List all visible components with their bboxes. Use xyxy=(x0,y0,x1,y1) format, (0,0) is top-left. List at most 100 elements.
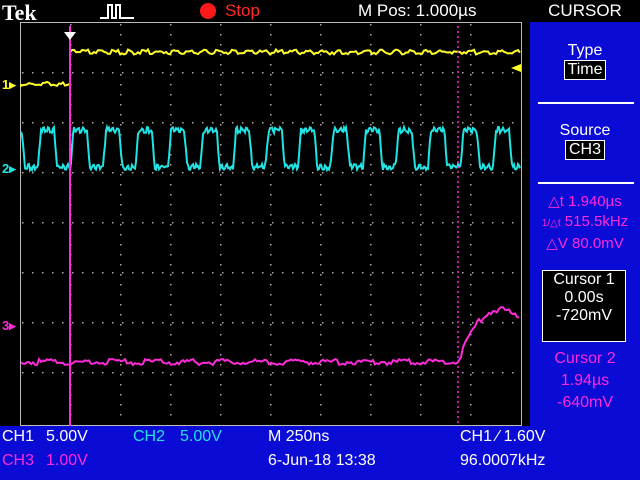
grid-dot xyxy=(82,222,84,224)
source-value: CH3 xyxy=(564,140,605,160)
grid-dot xyxy=(170,24,172,26)
grid-dot xyxy=(220,224,222,226)
ch3-ground-marker[interactable]: 3▸ xyxy=(2,318,16,334)
grid-dot xyxy=(220,184,222,186)
grid-dot xyxy=(370,154,372,156)
grid-dot xyxy=(470,24,472,26)
grid-dot xyxy=(320,44,322,46)
grid-dot xyxy=(182,222,184,224)
inv-delta-t-prefix: 1/△t xyxy=(541,218,561,229)
grid-dot xyxy=(222,322,224,324)
date-time: 6-Jun-18 13:38 xyxy=(268,452,376,469)
grid-dot xyxy=(282,122,284,124)
grid-dot xyxy=(420,394,422,396)
grid-dot xyxy=(320,364,322,366)
grid-dot xyxy=(262,272,264,274)
grid-dot xyxy=(182,272,184,274)
grid-dot xyxy=(62,122,64,124)
grid-dot xyxy=(312,322,314,324)
grid-dot xyxy=(322,372,324,374)
grid-dot xyxy=(270,194,272,196)
ch2-ground-marker[interactable]: 2▸ xyxy=(2,161,16,177)
grid-dot xyxy=(370,284,372,286)
trigger-level: 1.60V xyxy=(503,428,546,445)
grid-dot xyxy=(302,172,304,174)
grid-dot xyxy=(382,322,384,324)
grid-dot xyxy=(192,172,194,174)
grid-dot xyxy=(220,404,222,406)
grid-dot xyxy=(432,272,434,274)
grid-dot xyxy=(320,404,322,406)
grid-dot xyxy=(420,334,422,336)
grid-dot xyxy=(382,222,384,224)
grid-dot xyxy=(120,194,122,196)
grid-dot xyxy=(42,172,44,174)
grid-dot xyxy=(170,44,172,46)
grid-dot xyxy=(420,314,422,316)
grid-dot xyxy=(212,172,214,174)
grid-dot xyxy=(120,224,122,226)
grid-dot xyxy=(220,324,222,326)
grid-dot xyxy=(52,222,54,224)
type-menu-button[interactable]: Type Time xyxy=(530,42,640,80)
grid-dot xyxy=(482,322,484,324)
grid-dot xyxy=(282,272,284,274)
grid-dot xyxy=(342,372,344,374)
grid-dot xyxy=(372,222,374,224)
grid-dot xyxy=(92,222,94,224)
grid-dot xyxy=(370,124,372,126)
grid-dot xyxy=(102,272,104,274)
cursor-2-time: 1.94µs xyxy=(560,372,610,389)
grid-dot xyxy=(220,284,222,286)
grid-dot xyxy=(120,244,122,246)
grid-dot xyxy=(420,74,422,76)
grid-dot xyxy=(220,144,222,146)
grid-dot xyxy=(170,384,172,386)
grid-dot xyxy=(462,72,464,74)
grid-dot xyxy=(220,104,222,106)
grid-dot xyxy=(370,74,372,76)
grid-dot xyxy=(382,172,384,174)
grid-dot xyxy=(402,172,404,174)
grid-dot xyxy=(332,72,334,74)
cursor-1-button[interactable]: Cursor 1 0.00s -720mV xyxy=(542,270,626,342)
grid-dot xyxy=(182,172,184,174)
grid-dot xyxy=(242,72,244,74)
grid-dot xyxy=(132,322,134,324)
menu-title: CURSOR xyxy=(548,1,622,20)
source-menu-button[interactable]: Source CH3 xyxy=(530,122,640,160)
grid-dot xyxy=(370,364,372,366)
grid-dot xyxy=(322,322,324,324)
ch1-ground-marker[interactable]: 1▸ xyxy=(2,77,16,93)
grid-dot xyxy=(370,314,372,316)
grid-dot xyxy=(370,254,372,256)
grid-dot xyxy=(132,372,134,374)
grid-dot xyxy=(470,374,472,376)
grid-dot xyxy=(462,222,464,224)
grid-dot xyxy=(122,172,124,174)
grid-dot xyxy=(470,194,472,196)
grid-dot xyxy=(202,372,204,374)
grid-dot xyxy=(120,74,122,76)
grid-dot xyxy=(432,122,434,124)
grid-dot xyxy=(170,34,172,36)
grid-dot xyxy=(312,372,314,374)
grid-dot xyxy=(312,122,314,124)
grid-dot xyxy=(422,72,424,74)
grid-dot xyxy=(220,274,222,276)
grid-dot xyxy=(120,84,122,86)
grid-dot xyxy=(470,164,472,166)
grid-dot xyxy=(370,354,372,356)
ch3-label: CH3 xyxy=(2,452,35,469)
grid-dot xyxy=(192,272,194,274)
cursor-2-button[interactable]: Cursor 2 1.94µs -640mV xyxy=(530,348,640,414)
grid-dot xyxy=(92,372,94,374)
grid-dot xyxy=(502,172,504,174)
grid-dot xyxy=(132,222,134,224)
grid-dot xyxy=(220,314,222,316)
grid-dot xyxy=(170,404,172,406)
grid-dot xyxy=(152,72,154,74)
grid-dot xyxy=(320,84,322,86)
grid-dot xyxy=(112,72,114,74)
grid-dot xyxy=(170,274,172,276)
